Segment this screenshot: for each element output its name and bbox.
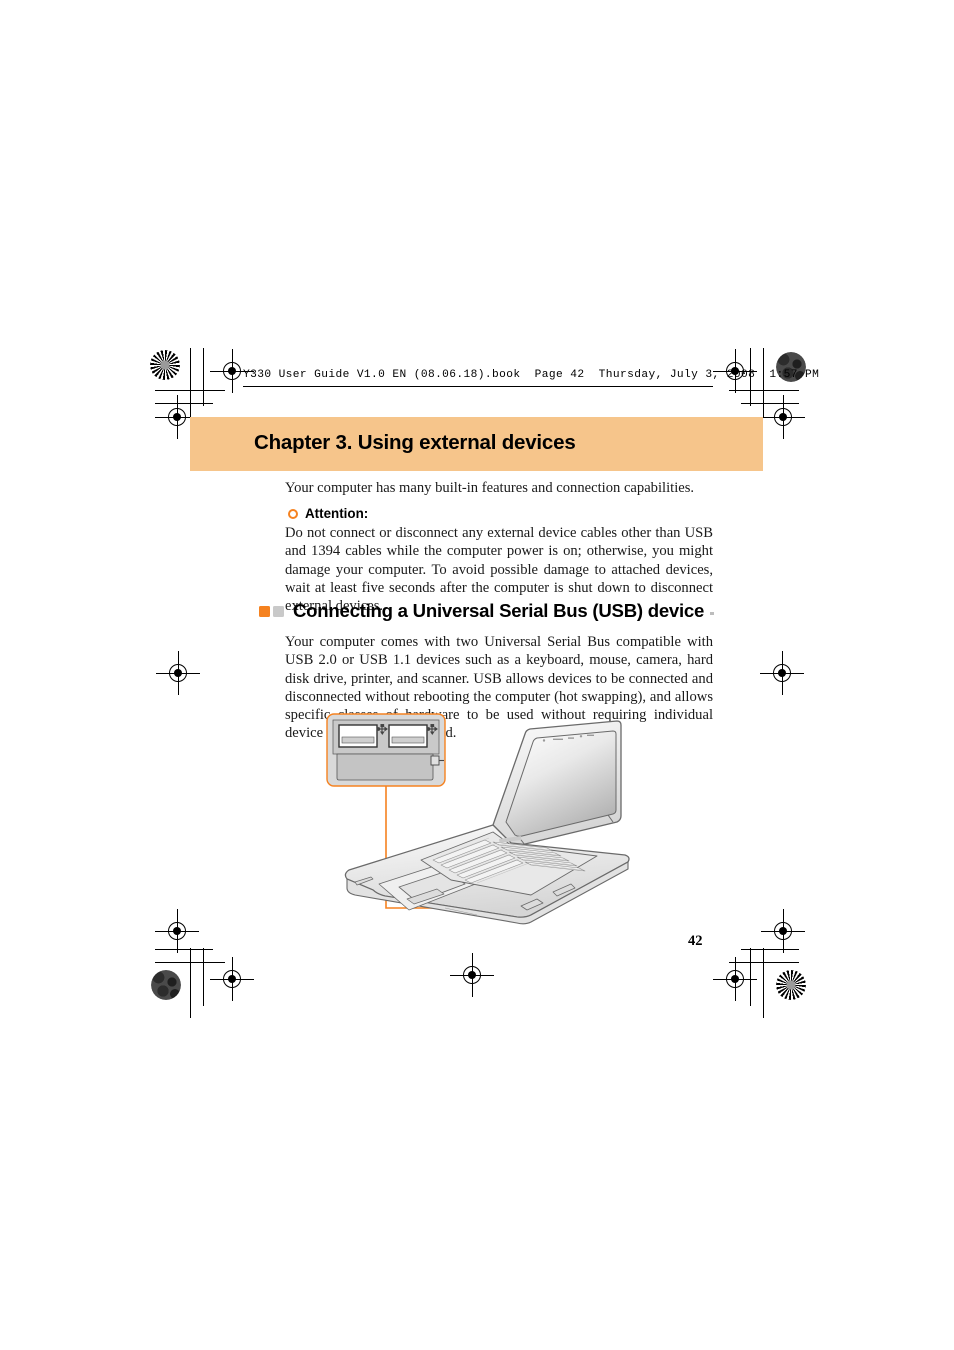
trim-line xyxy=(190,948,191,1018)
registration-target-icon xyxy=(761,395,805,439)
trim-line xyxy=(750,948,751,1006)
orange-square-marker-icon xyxy=(259,605,270,617)
registration-target-icon xyxy=(713,957,757,1001)
document-page: Y330 User Guide V1.0 EN (08.06.18).book … xyxy=(0,0,954,1350)
page-number: 42 xyxy=(688,933,703,949)
section-rule xyxy=(710,611,714,615)
registration-target-icon xyxy=(760,651,804,695)
illustration-svg xyxy=(326,713,630,925)
registration-target-icon xyxy=(450,953,494,997)
trim-line xyxy=(203,948,204,1006)
halftone-star-target-icon xyxy=(150,350,180,380)
section-heading: Connecting a Universal Serial Bus (USB) … xyxy=(259,600,714,622)
halftone-star-target-icon xyxy=(776,970,806,1000)
trim-line xyxy=(729,390,799,391)
running-header: Y330 User Guide V1.0 EN (08.06.18).book … xyxy=(243,369,820,381)
gray-square-marker-icon xyxy=(273,605,284,617)
registration-target-icon xyxy=(156,651,200,695)
usb-ports-detail xyxy=(326,713,446,787)
attention-label: Attention: xyxy=(305,506,369,521)
registration-target-icon xyxy=(155,395,199,439)
attention-heading: Attention: xyxy=(288,506,713,521)
page-title: Chapter 3. Using external devices xyxy=(254,431,576,454)
trim-line xyxy=(763,348,764,418)
halftone-density-patch-icon xyxy=(151,970,181,1000)
trim-line xyxy=(155,949,213,950)
trim-line xyxy=(190,348,191,418)
trim-line xyxy=(203,348,204,406)
registration-target-icon xyxy=(210,349,254,393)
registration-target-icon xyxy=(155,909,199,953)
registration-target-icon xyxy=(210,957,254,1001)
section-title: Connecting a Universal Serial Bus (USB) … xyxy=(293,600,705,621)
chapter-banner: Chapter 3. Using external devices xyxy=(190,417,763,471)
header-rule xyxy=(243,386,713,387)
intro-paragraph: Your computer has many built-in features… xyxy=(285,480,695,496)
usb-port-callout-illustration xyxy=(325,712,645,927)
registration-target-icon xyxy=(761,909,805,953)
orange-ring-bullet-icon xyxy=(288,508,298,519)
trim-line xyxy=(763,948,764,1018)
trim-line xyxy=(729,962,799,963)
